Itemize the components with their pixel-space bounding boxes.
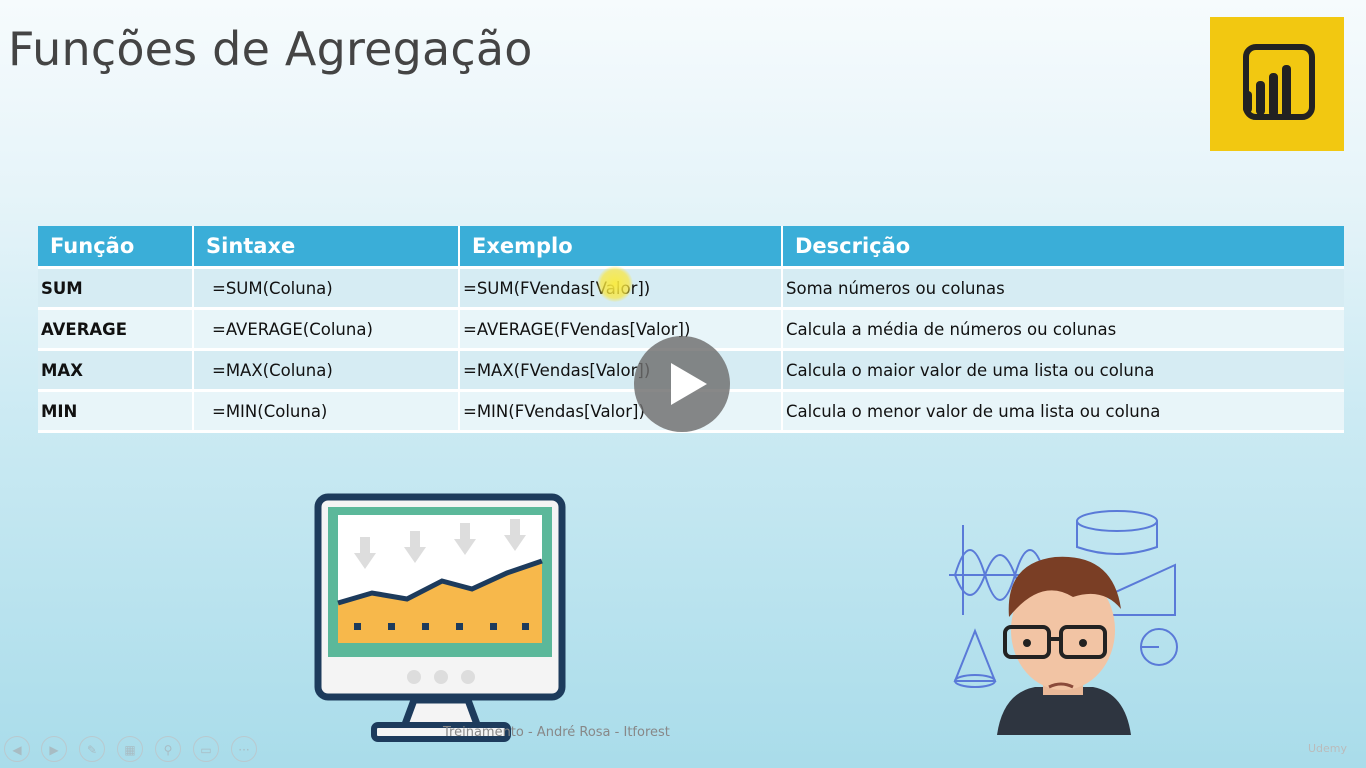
cell-description: Calcula o menor valor de uma lista ou co… bbox=[783, 392, 1344, 433]
more-icon[interactable]: ··· bbox=[231, 736, 257, 762]
cell-description: Soma números ou colunas bbox=[783, 269, 1344, 310]
cell-description: Calcula o maior valor de uma lista ou co… bbox=[783, 351, 1344, 392]
previous-icon[interactable]: ◀ bbox=[4, 736, 30, 762]
cell-example: =MIN(FVendas[Valor]) bbox=[460, 392, 783, 433]
mouse-cursor-highlight bbox=[597, 266, 633, 302]
slide-title: Funções de Agregação bbox=[8, 22, 533, 76]
cell-syntax: =MIN(Coluna) bbox=[194, 392, 460, 433]
zoom-icon[interactable]: ⚲ bbox=[155, 736, 181, 762]
cell-syntax: =MAX(Coluna) bbox=[194, 351, 460, 392]
cell-example: =AVERAGE(FVendas[Valor]) bbox=[460, 310, 783, 351]
cell-function: SUM bbox=[38, 269, 194, 310]
cell-function: AVERAGE bbox=[38, 310, 194, 351]
header-funcao: Função bbox=[38, 226, 194, 269]
power-bi-logo bbox=[1210, 17, 1344, 151]
screen-icon[interactable]: ▭ bbox=[193, 736, 219, 762]
udemy-watermark: Udemy bbox=[1308, 742, 1348, 755]
presenter-avatar-illustration bbox=[945, 505, 1185, 740]
cell-syntax: =AVERAGE(Coluna) bbox=[194, 310, 460, 351]
cell-function: MAX bbox=[38, 351, 194, 392]
footer-text: Treinamento - André Rosa - Itforest bbox=[443, 725, 670, 740]
cell-example: =MAX(FVendas[Valor]) bbox=[460, 351, 783, 392]
cell-function: MIN bbox=[38, 392, 194, 433]
header-exemplo: Exemplo bbox=[460, 226, 783, 269]
monitor-chart-illustration bbox=[312, 493, 570, 748]
header-sintaxe: Sintaxe bbox=[194, 226, 460, 269]
slides-icon[interactable]: ▦ bbox=[117, 736, 143, 762]
table-row: SUM =SUM(Coluna) =SUM(FVendas[Valor]) So… bbox=[38, 269, 1344, 310]
cell-syntax: =SUM(Coluna) bbox=[194, 269, 460, 310]
next-icon[interactable]: ▶ bbox=[41, 736, 67, 762]
table-header-row: Função Sintaxe Exemplo Descrição bbox=[38, 226, 1344, 269]
cell-description: Calcula a média de números ou colunas bbox=[783, 310, 1344, 351]
play-button[interactable] bbox=[634, 336, 730, 432]
pen-icon[interactable]: ✎ bbox=[79, 736, 105, 762]
header-descricao: Descrição bbox=[783, 226, 1344, 269]
